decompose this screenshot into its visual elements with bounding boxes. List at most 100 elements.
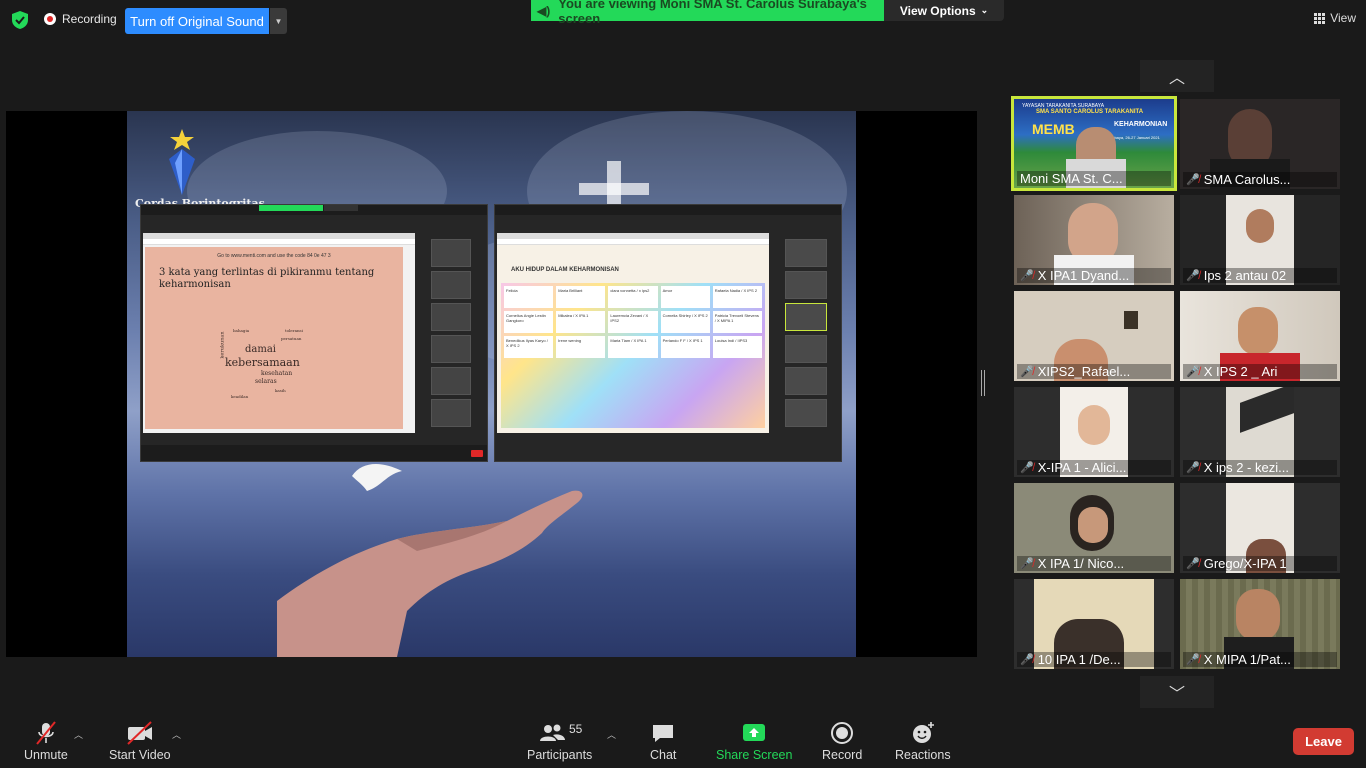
video-tile[interactable]: 🎤̸ Grego/X-IPA 1 (1180, 483, 1340, 573)
security-shield-icon[interactable] (10, 10, 30, 30)
nested-browser: Go to www.menti.com and use the code 84 … (143, 233, 415, 433)
padlet-card: Cornelia Shirley / X IPS 2 (660, 311, 710, 333)
leave-button[interactable]: Leave (1293, 728, 1354, 755)
nested-share-banner (259, 205, 323, 211)
participant-name: 🎤̸ SMA Carolus... (1183, 172, 1337, 187)
participants-button[interactable]: 55 Participants (527, 720, 592, 762)
mic-muted-icon: 🎤̸ (1186, 558, 1200, 570)
word-cloud-word: keadilan (231, 394, 249, 399)
hand-image (277, 490, 583, 657)
view-options-label: View Options (899, 3, 976, 18)
padlet-card: Rafaela Nadia / X IPS 2 (712, 286, 762, 308)
reactions-button[interactable]: Reactions (895, 720, 951, 762)
participant-name: 🎤̸ X IPA1 Dyand... (1017, 268, 1171, 283)
chat-label: Chat (650, 748, 677, 762)
screen-share-banner: ◀) You are viewing Moni SMA St. Carolus … (531, 0, 884, 26)
padlet-title: AKU HIDUP DALAM KEHARMONISAN (511, 267, 619, 273)
video-tile[interactable]: 🎤̸ X MIPA 1/Pat... (1180, 579, 1340, 669)
nested-thumbnails (431, 239, 473, 431)
padlet-card: Patricia Trevoeli Stevens / X MIPA 1 (712, 311, 762, 333)
participant-name: 🎤̸ 10 IPA 1 /De... (1017, 652, 1171, 667)
chat-icon (653, 725, 674, 742)
nested-leave-button (471, 450, 483, 457)
padlet-card: Louisa Indi / IIPS3 (712, 336, 762, 358)
video-tile[interactable]: 🎤̸ X-IPA 1 - Alici... (1014, 387, 1174, 477)
view-label: View (1330, 11, 1356, 25)
video-tile-active-speaker[interactable]: YAYASAN TARAKANITA SURABAYA SMA SANTO CA… (1011, 96, 1177, 191)
video-tile[interactable]: 🎤̸ X ips 2 - kezi... (1180, 387, 1340, 477)
chevron-up-icon: ︿ (1168, 70, 1185, 87)
mic-muted-icon: 🎤̸ (1020, 462, 1034, 474)
share-screen-label: Share Screen (716, 748, 793, 762)
video-tile[interactable]: 🎤̸ X IPA 1/ Nico... (1014, 483, 1174, 573)
recording-indicator[interactable]: Recording (44, 12, 117, 26)
gallery-page-up-button[interactable]: ︿ (1140, 60, 1214, 92)
word-cloud: damai kebersamaan kesehatan selaras keru… (215, 322, 335, 412)
start-video-button[interactable]: Start Video (109, 720, 171, 762)
meeting-toolbar: Unmute ︿ Start Video ︿ 55 Participants ︿ (0, 708, 1366, 768)
chat-button[interactable]: Chat (650, 720, 676, 762)
panel-resize-handle[interactable] (981, 370, 985, 396)
video-tile[interactable]: 🎤̸ SMA Carolus... (1180, 99, 1340, 189)
participant-name: 🎤̸ X MIPA 1/Pat... (1183, 652, 1337, 667)
padlet-card: Felicia (504, 286, 554, 308)
nested-zoom-window-padlet: AKU HIDUP DALAM KEHARMONISAN Felicia Cor… (494, 204, 842, 462)
word-cloud-word: damai (245, 344, 277, 355)
share-banner-text: You are viewing Moni SMA St. Carolus Sur… (558, 0, 867, 26)
chevron-down-icon: ⌄ (980, 5, 989, 15)
nested-thumbnails (785, 239, 829, 431)
unmute-label: Unmute (24, 748, 68, 762)
padlet-card: Mikalea / X IPA 1 (556, 311, 606, 333)
video-tile[interactable]: 🎤̸ XIPS2_Rafael... (1014, 291, 1174, 381)
word-cloud-word: kerukunan (219, 331, 226, 359)
audio-options-caret-icon[interactable]: ︿ (74, 728, 83, 741)
padlet-column: Rafaela Nadia / X IPS 2 Patricia Trevoel… (712, 286, 762, 425)
mentimeter-slide: Go to www.menti.com and use the code 84 … (145, 247, 403, 429)
video-options-caret-icon[interactable]: ︿ (172, 728, 181, 741)
participants-options-caret-icon[interactable]: ︿ (607, 728, 616, 741)
video-tile[interactable]: 🎤̸ Ips 2 antau 02 (1180, 195, 1340, 285)
start-video-label: Start Video (109, 748, 171, 762)
word-cloud-word: bahagia (233, 328, 250, 333)
word-cloud-word: kasih (275, 388, 286, 393)
chevron-down-icon: ﹀ (1168, 686, 1185, 703)
mic-muted-icon: 🎤̸ (1020, 366, 1034, 378)
participant-name: 🎤̸ Grego/X-IPA 1 (1183, 556, 1337, 571)
unmute-button[interactable]: Unmute (24, 720, 68, 762)
gallery-page-down-button[interactable]: ﹀ (1140, 676, 1214, 708)
padlet-columns: Felicia Cornelius Angie Lestin Gangkoro … (501, 283, 765, 428)
participant-name: 🎤̸ X IPS 2 _ Ari (1183, 364, 1337, 379)
record-button[interactable]: Record (822, 720, 862, 762)
view-options-button[interactable]: View Options ⌄ (884, 0, 1004, 21)
shared-screen: Cordas Borintogritas Go to www.menti.com… (6, 111, 977, 657)
video-tile[interactable]: 🎤̸ 10 IPA 1 /De... (1014, 579, 1174, 669)
original-sound-dropdown[interactable]: ▼ (270, 8, 287, 34)
participant-name: 🎤̸ X-IPA 1 - Alici... (1017, 460, 1171, 475)
word-cloud-word: kebersamaan (225, 356, 300, 369)
tile-banner-text: SMA SANTO CAROLUS TARAKANITA (1036, 109, 1144, 115)
padlet-card: Perlando F F / X IPS 1 (660, 336, 710, 358)
nested-view-options (324, 205, 358, 211)
school-logo-icon (169, 129, 195, 195)
tile-banner-text: KEHARMONIAN (1114, 121, 1168, 128)
mic-muted-icon: 🎤̸ (1186, 654, 1200, 666)
mic-muted-icon: 🎤̸ (1186, 174, 1200, 186)
share-screen-button[interactable]: Share Screen (716, 720, 792, 762)
top-bar: Recording Turn off Original Sound ▼ ◀) Y… (0, 0, 1366, 40)
padlet-card: Amor (660, 286, 710, 308)
video-tile[interactable]: 🎤̸ X IPS 2 _ Ari (1180, 291, 1340, 381)
video-tile[interactable]: 🎤̸ X IPA1 Dyand... (1014, 195, 1174, 285)
participant-name: 🎤̸ Ips 2 antau 02 (1183, 268, 1337, 283)
menti-join-text: Go to www.menti.com and use the code 84 … (217, 253, 331, 259)
word-cloud-word: persatuan (281, 336, 302, 341)
shared-slide: Cordas Borintogritas Go to www.menti.com… (127, 111, 856, 657)
original-sound-button[interactable]: Turn off Original Sound (125, 8, 269, 34)
padlet-column: Maria Brilliant Mikalea / X IPA 1 Irene … (556, 286, 606, 425)
view-button[interactable]: View (1314, 11, 1356, 25)
recording-label: Recording (62, 12, 117, 26)
menti-prompt: 3 kata yang terlintas di pikiranmu tenta… (159, 267, 375, 290)
participants-label: Participants (527, 748, 593, 762)
tile-banner-text: MEMB (1032, 121, 1075, 137)
reactions-label: Reactions (895, 748, 951, 762)
participant-name: Moni SMA St. C... (1017, 171, 1171, 186)
